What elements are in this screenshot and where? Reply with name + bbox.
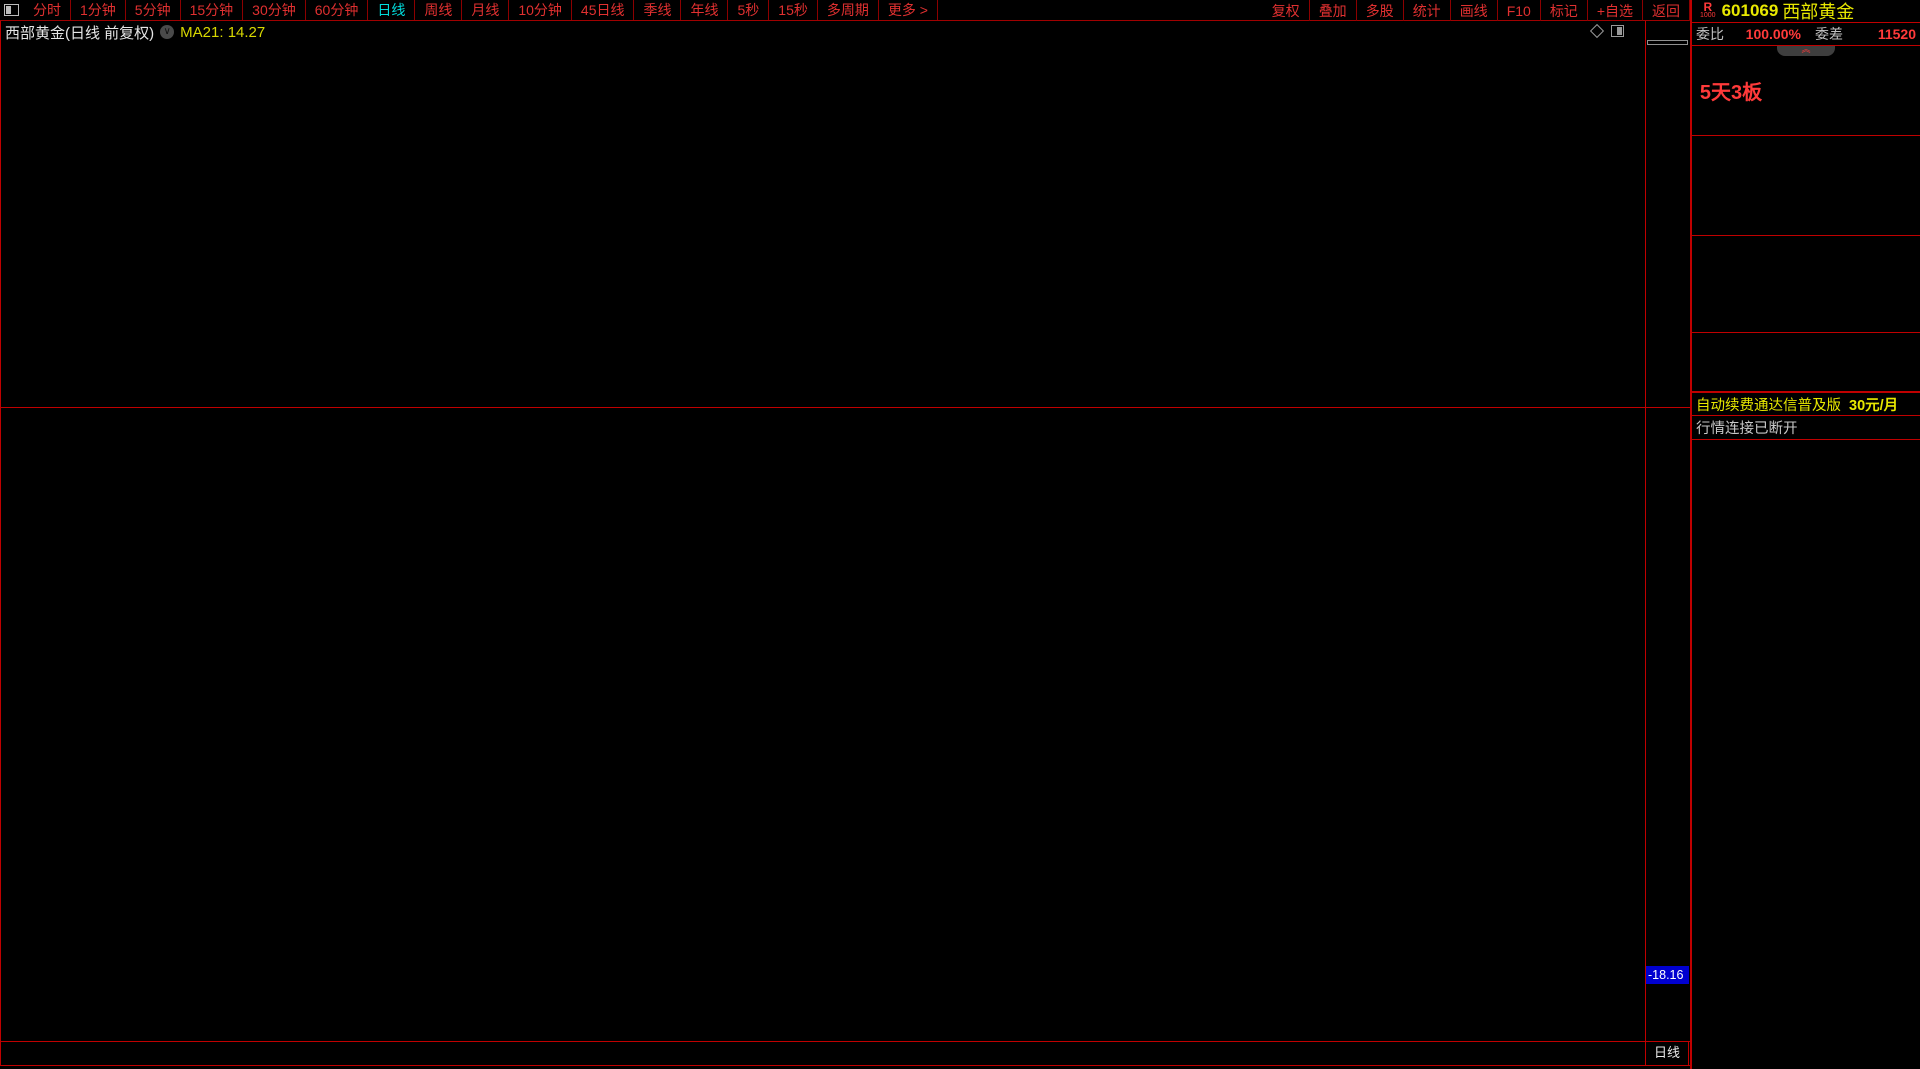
period-toolbar: 分时1分钟5分钟15分钟30分钟60分钟日线周线月线10分钟45日线季线年线5秒… [0,0,1690,21]
panel-separator [0,407,1690,408]
split-pane-icon[interactable] [1611,25,1624,37]
period-tab-2[interactable]: 5分钟 [126,0,181,20]
quote-grid-2 [1692,333,1920,392]
period-tab-1[interactable]: 1分钟 [71,0,126,20]
weibi-value: 100.00% [1728,26,1801,42]
ma21-label: MA21: 14.27 [180,24,265,41]
diamond-icon[interactable] [1590,24,1604,38]
date-axis[interactable] [0,1041,1690,1066]
tool-button-1[interactable]: 叠加 [1310,0,1357,21]
limit-up-info: 5天3板 [1692,46,1920,136]
trading-terminal: { "toolbar": { "left_items": [ {"label":… [0,0,1920,1069]
tool-button-8[interactable]: 返回 [1643,0,1690,21]
period-tab-8[interactable]: 月线 [462,0,509,20]
tool-button-2[interactable]: 多股 [1357,0,1404,21]
stock-name: 西部黄金 [1782,0,1854,24]
period-tab-3[interactable]: 15分钟 [181,0,244,20]
tool-button-4[interactable]: 画线 [1451,0,1498,21]
main-candlestick-chart[interactable] [0,21,1645,407]
period-menu: 分时1分钟5分钟15分钟30分钟60分钟日线周线月线10分钟45日线季线年线5秒… [24,0,938,20]
chart-title: 西部黄金(日线 前复权) [5,22,154,43]
plot-axis-border [1645,21,1646,1066]
period-tab-6[interactable]: 日线 [368,0,415,20]
bid-list [1692,136,1920,236]
period-tab-7[interactable]: 周线 [415,0,462,20]
period-tab-5[interactable]: 60分钟 [306,0,369,20]
period-tab-14[interactable]: 15秒 [769,0,818,20]
margin-trading-icon: R 1000 [1700,2,1716,20]
chart-area: 分时1分钟5分钟15分钟30分钟60分钟日线周线月线10分钟45日线季线年线5秒… [0,0,1690,1069]
period-tab-4[interactable]: 30分钟 [243,0,306,20]
quote-grid-1 [1692,236,1920,333]
chart-corner-icons [1592,25,1624,37]
period-tab-11[interactable]: 季线 [634,0,681,20]
indicator-chart[interactable] [0,417,1645,1041]
stock-code: 601069 [1722,1,1779,21]
stock-header[interactable]: R 1000 601069 西部黄金 [1692,0,1920,23]
quote-panel: R 1000 601069 西部黄金 委比 100.00% 委差 11520 ︽… [1690,0,1920,1069]
weibi-row: 委比 100.00% 委差 11520 [1692,23,1920,46]
chevron-down-icon[interactable]: ∨ [160,25,174,39]
tool-button-7[interactable]: +自选 [1588,0,1643,21]
tools-menu: 复权叠加多股统计画线F10标记+自选返回 [1263,0,1690,21]
period-tab-9[interactable]: 10分钟 [509,0,572,20]
left-border [0,21,1,1066]
period-tab-13[interactable]: 5秒 [728,0,769,20]
connection-status: 行情连接已断开 [1692,416,1920,440]
tool-button-5[interactable]: F10 [1498,0,1541,21]
subscription-banner[interactable]: 自动续费通达信普及版 30元/月 [1692,392,1920,416]
tool-button-0[interactable]: 复权 [1263,0,1310,21]
period-tab-0[interactable]: 分时 [24,0,71,20]
period-tab-12[interactable]: 年线 [681,0,728,20]
period-tab-10[interactable]: 45日线 [572,0,635,20]
subscription-price: 30元/月 [1849,394,1898,415]
weibi-label: 委比 [1696,24,1724,44]
tool-button-6[interactable]: 标记 [1541,0,1588,21]
period-tab-16[interactable]: 更多 > [879,0,938,20]
subscription-text: 自动续费通达信普及版 [1696,394,1841,415]
period-tab-15[interactable]: 多周期 [818,0,879,20]
quote-mini-box [1647,40,1688,45]
tool-button-3[interactable]: 统计 [1404,0,1451,21]
weicha-value: 11520 [1843,26,1916,42]
weicha-label: 委差 [1815,24,1843,44]
chart-title-row: 西部黄金(日线 前复权) ∨ MA21: 14.27 [5,23,265,41]
collapse-tab[interactable]: ︽ [1777,46,1835,56]
period-indicator[interactable]: 日线 [1646,1042,1689,1065]
limit-up-badge: 5天3板 [1692,76,1770,105]
window-icon[interactable] [4,4,19,16]
indicator-low-badge: -18.16 [1646,966,1689,984]
